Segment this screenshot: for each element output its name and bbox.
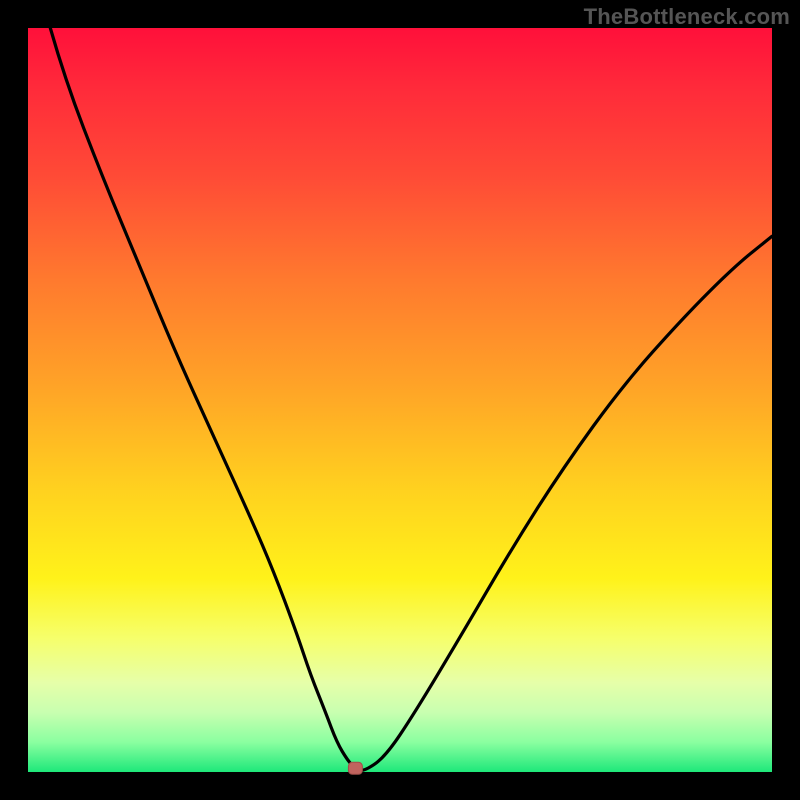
- heat-gradient-plot: [28, 28, 772, 772]
- bottleneck-curve: [50, 28, 772, 770]
- watermark-text: TheBottleneck.com: [584, 4, 790, 30]
- optimal-marker: [348, 762, 362, 774]
- chart-frame: TheBottleneck.com: [0, 0, 800, 800]
- bottleneck-curve-svg: [28, 28, 772, 772]
